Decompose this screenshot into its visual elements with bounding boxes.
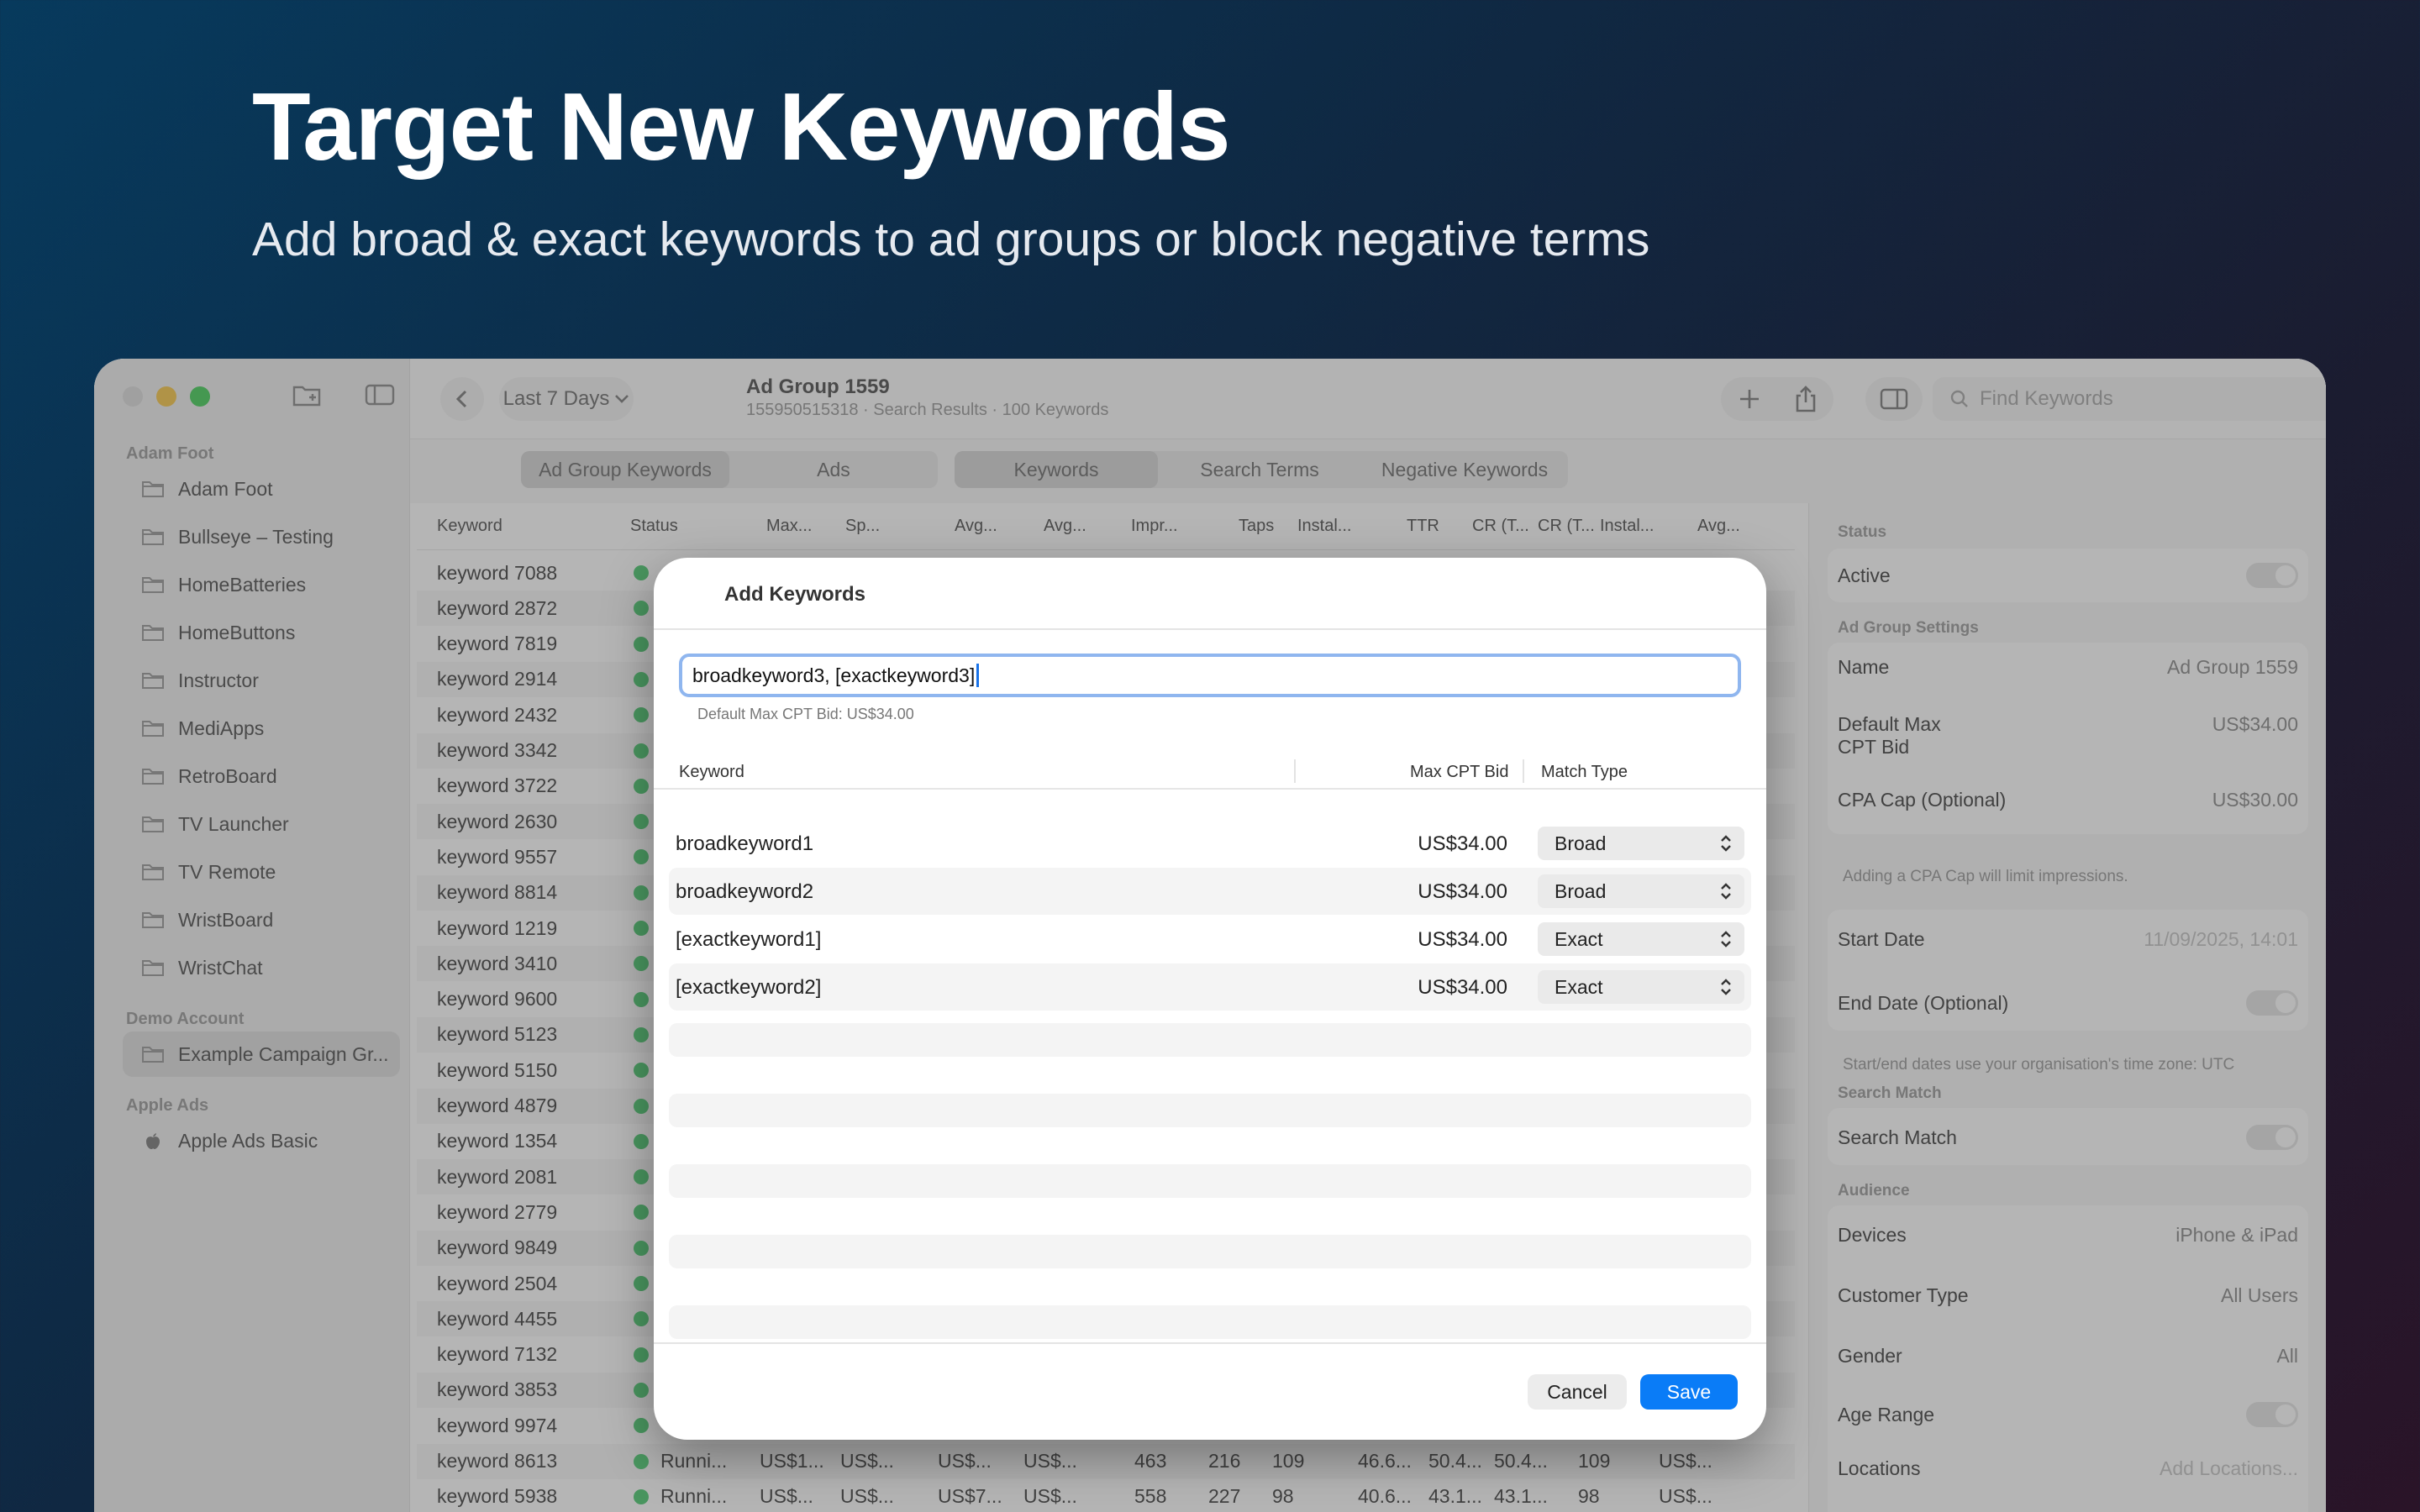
- hero-title: Target New Keywords: [252, 74, 1231, 181]
- bid-value[interactable]: US$34.00: [1418, 880, 1507, 904]
- keyword-list-header: Keyword Max CPT Bid Match Type: [654, 753, 1766, 790]
- keyword-text: broadkeyword1: [676, 832, 814, 855]
- keyword-row[interactable]: broadkeyword1 US$34.00 Broad: [669, 820, 1751, 867]
- match-type-select[interactable]: Exact: [1538, 922, 1744, 956]
- dialog-title: Add Keywords: [724, 583, 866, 606]
- col-keyword[interactable]: Keyword: [679, 763, 744, 782]
- empty-row: [669, 1235, 1751, 1268]
- match-type-value: Exact: [1555, 975, 1603, 998]
- keyword-text: [exactkeyword1]: [676, 928, 822, 951]
- keyword-text: [exactkeyword2]: [676, 976, 822, 999]
- empty-row: [669, 1094, 1751, 1127]
- empty-row: [669, 1023, 1751, 1057]
- bid-value[interactable]: US$34.00: [1418, 832, 1507, 856]
- divider: [654, 1342, 1766, 1344]
- col-max-cpt-bid[interactable]: Max CPT Bid: [1410, 763, 1508, 782]
- keywords-input-value: broadkeyword3, [exactkeyword3]: [692, 664, 976, 686]
- match-type-value: Broad: [1555, 832, 1607, 854]
- add-keywords-dialog: Add Keywords broadkeyword3, [exactkeywor…: [654, 558, 1766, 1440]
- bid-value[interactable]: US$34.00: [1418, 976, 1507, 1000]
- cancel-button[interactable]: Cancel: [1528, 1374, 1627, 1410]
- match-type-select[interactable]: Exact: [1538, 970, 1744, 1004]
- default-bid-hint: Default Max CPT Bid: US$34.00: [697, 706, 914, 722]
- divider: [654, 628, 1766, 630]
- save-button[interactable]: Save: [1640, 1374, 1738, 1410]
- column-separator: [1294, 759, 1296, 783]
- keyword-text: broadkeyword2: [676, 880, 814, 903]
- match-type-select[interactable]: Broad: [1538, 827, 1744, 860]
- empty-row: [669, 1305, 1751, 1339]
- keyword-row[interactable]: broadkeyword2 US$34.00 Broad: [669, 868, 1751, 915]
- match-type-value: Exact: [1555, 927, 1603, 950]
- updown-chevron-icon: [1721, 979, 1731, 995]
- text-caret: [976, 664, 980, 687]
- keyword-row[interactable]: [exactkeyword2] US$34.00 Exact: [669, 963, 1751, 1011]
- column-separator: [1523, 759, 1524, 783]
- empty-row: [669, 1164, 1751, 1198]
- updown-chevron-icon: [1721, 835, 1731, 852]
- keyword-row[interactable]: [exactkeyword1] US$34.00 Exact: [669, 916, 1751, 963]
- col-match-type[interactable]: Match Type: [1541, 763, 1628, 782]
- bid-value[interactable]: US$34.00: [1418, 928, 1507, 952]
- updown-chevron-icon: [1721, 883, 1731, 900]
- match-type-select[interactable]: Broad: [1538, 874, 1744, 908]
- hero-subtitle: Add broad & exact keywords to ad groups …: [252, 213, 1650, 266]
- keywords-input[interactable]: broadkeyword3, [exactkeyword3]: [679, 654, 1741, 697]
- match-type-value: Broad: [1555, 879, 1607, 902]
- updown-chevron-icon: [1721, 931, 1731, 948]
